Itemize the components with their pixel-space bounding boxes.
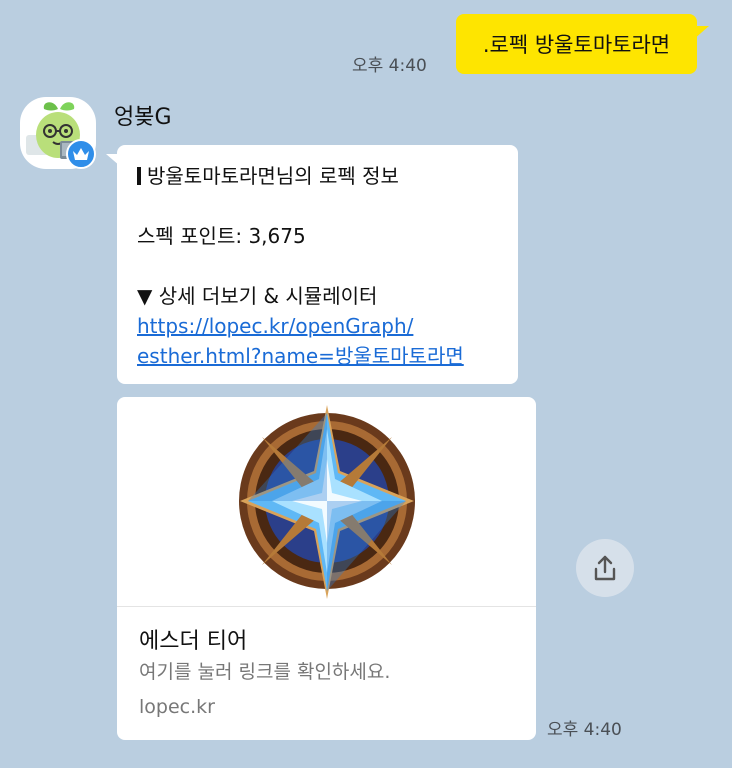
profile-link[interactable]: https://lopec.kr/openGraph/ esther.html?… <box>137 311 500 371</box>
outgoing-time: 오후 4:40 <box>352 56 427 76</box>
card-image <box>117 397 536 607</box>
profile-link-line2[interactable]: esther.html?name=방울토마토라면 <box>137 344 464 368</box>
outgoing-message-bubble[interactable]: .로펙 방울토마토라면 <box>456 14 697 74</box>
card-title: 에스더 티어 <box>139 629 248 654</box>
info-title: 방울토마토라면님의 로펙 정보 <box>147 164 399 188</box>
crown-icon <box>73 148 89 160</box>
detail-more-label: ▼ 상세 더보기 & 시뮬레이터 <box>137 284 378 308</box>
link-preview-card[interactable]: 에스더 티어 여기를 눌러 링크를 확인하세요. lopec.kr <box>117 397 536 740</box>
bar-marker-icon <box>137 167 141 185</box>
incoming-message-bubble[interactable]: 방울토마토라면님의 로펙 정보 스펙 포인트: 3,675 ▼ 상세 더보기 &… <box>117 145 518 384</box>
card-description: 여기를 눌러 링크를 확인하세요. <box>139 661 391 683</box>
info-title-line: 방울토마토라면님의 로펙 정보 <box>137 161 500 191</box>
esther-tier-emblem-icon <box>238 405 415 599</box>
outgoing-message-text: .로펙 방울토마토라면 <box>482 33 671 57</box>
profile-link-line1[interactable]: https://lopec.kr/openGraph/ <box>137 314 413 338</box>
share-icon <box>594 555 616 581</box>
crown-badge <box>66 139 96 169</box>
card-domain: lopec.kr <box>139 696 215 718</box>
card-time: 오후 4:40 <box>547 720 622 740</box>
sender-name: 엉봊G <box>114 105 172 130</box>
spec-points: 스펙 포인트: 3,675 <box>137 224 306 248</box>
share-button[interactable] <box>576 539 634 597</box>
